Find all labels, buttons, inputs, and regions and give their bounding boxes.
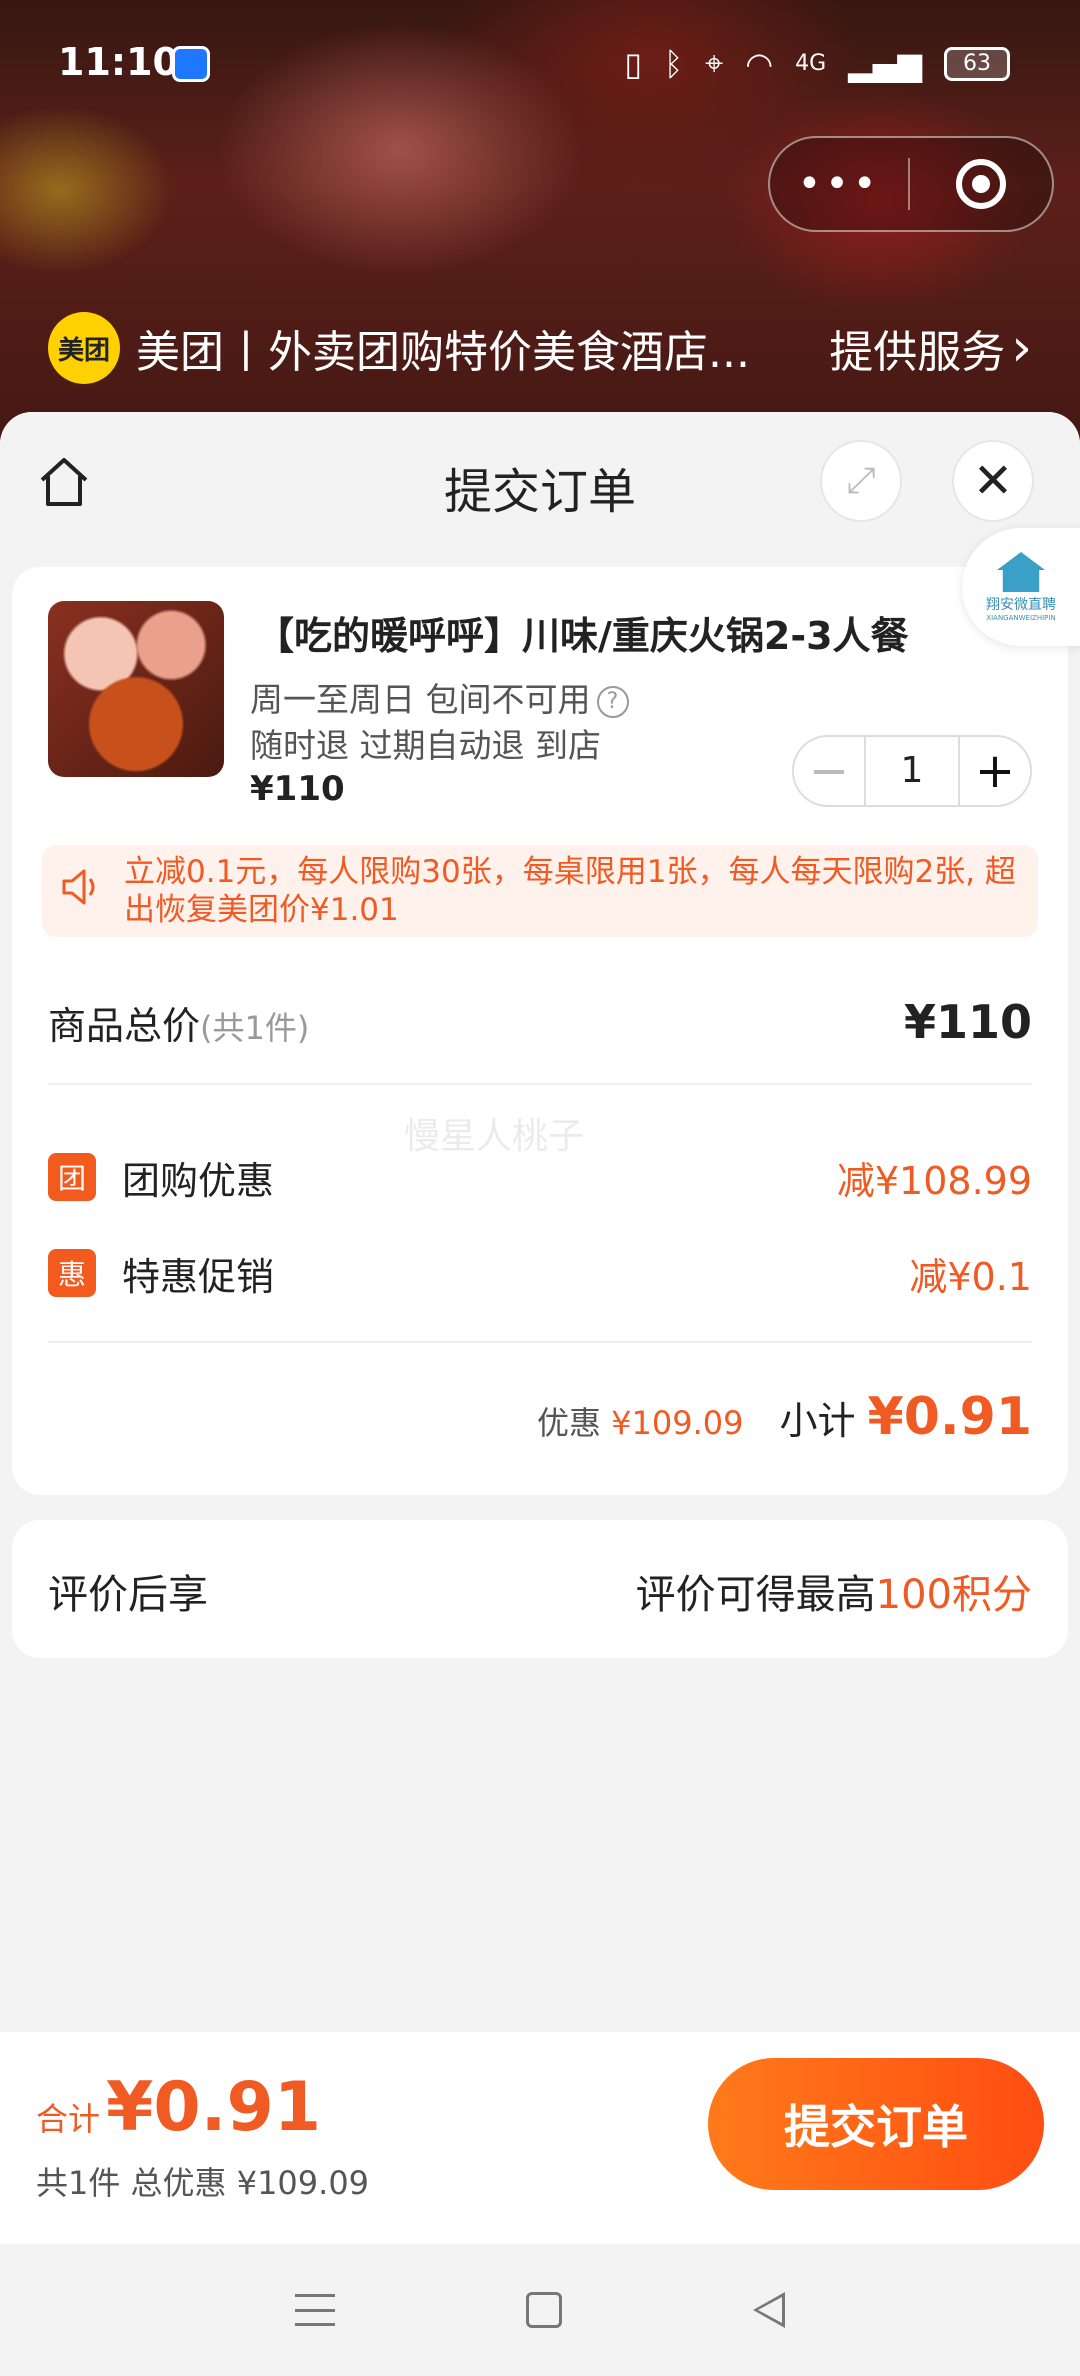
product-refund-policy: 随时退 过期自动退 到店 xyxy=(250,726,601,765)
discount-summary-label: 优惠 xyxy=(536,1404,601,1442)
decrease-button[interactable]: − xyxy=(794,737,864,805)
wifi-icon: ◠ xyxy=(745,44,774,83)
back-icon[interactable] xyxy=(752,2292,785,2328)
quantity-value[interactable]: 1 xyxy=(864,737,960,805)
review-label: 评价后享 xyxy=(48,1572,208,1618)
float-badge-sub: XIANGANWEIZHIPIN xyxy=(986,614,1056,622)
divider xyxy=(48,1341,1032,1343)
status-icons: ▯ ᛒ ⌖ ◠ 4G ▂▄▆ 63 xyxy=(624,44,1010,83)
float-badge-text: 翔安微直聘 xyxy=(986,597,1056,613)
system-nav-bar xyxy=(0,2244,1080,2376)
product-availability: 周一至周日 包间不可用? xyxy=(250,673,629,721)
promo-text: 立减0.1元，每人限购30张，每桌限用1张，每人每天限购2张, 超出恢复美团价¥… xyxy=(124,854,1016,928)
status-bar: 11:10 ▯ ᛒ ⌖ ◠ 4G ▂▄▆ 63 xyxy=(0,0,1080,130)
location-icon: ⌖ xyxy=(705,44,724,82)
home-nav-icon[interactable] xyxy=(525,2292,562,2328)
discount-summary-value: ¥109.09 xyxy=(611,1404,744,1442)
availability-text: 周一至周日 包间不可用 xyxy=(250,680,591,719)
floating-ad-badge[interactable]: 翔安微直聘 XIANGANWEIZHIPIN xyxy=(962,528,1080,646)
miniprogram-capsule: ••• xyxy=(768,136,1054,232)
promo-notice: 立减0.1元，每人限购30张，每桌限用1张，每人每天限购2张, 超出恢复美团价¥… xyxy=(42,845,1038,937)
grand-total: 合计 ¥0.91 xyxy=(36,2068,321,2147)
target-icon xyxy=(956,159,1006,209)
expand-button[interactable]: ⤢ xyxy=(820,440,902,522)
order-card: 【吃的暖呼呼】川味/重庆火锅2-3人餐 周一至周日 包间不可用? 随时退 过期自… xyxy=(12,567,1068,1495)
vibrate-icon: ▯ xyxy=(624,44,642,83)
increase-button[interactable]: + xyxy=(960,737,1030,805)
goods-total-text: 商品总价 xyxy=(48,1003,201,1048)
goods-total-value: ¥110 xyxy=(903,995,1032,1049)
bluetooth-icon: ᛒ xyxy=(663,44,684,83)
quantity-stepper: − 1 + xyxy=(792,735,1032,807)
service-label: 提供服务 xyxy=(829,327,1006,378)
exit-miniprogram-button[interactable] xyxy=(910,159,1052,209)
product-price: ¥110 xyxy=(250,769,345,809)
checkout-bar: 合计 ¥0.91 共1件 总优惠 ¥109.09 提交订单 xyxy=(0,2032,1080,2244)
divider xyxy=(48,1083,1032,1085)
sheet-header: 提交订单 ⤢ ✕ xyxy=(0,412,1080,562)
goods-total-row: 商品总价(共1件) ¥110 xyxy=(48,987,1032,1057)
status-time: 11:10 xyxy=(58,40,179,84)
recent-apps-icon[interactable] xyxy=(295,2294,336,2326)
miniprogram-title-bar[interactable]: 美团 美团丨外卖团购特价美食酒店... 提供服务 › xyxy=(48,310,1032,386)
speaker-icon xyxy=(62,869,95,905)
subtotal-value: ¥0.91 xyxy=(867,1387,1032,1447)
group-badge-icon: 团 xyxy=(48,1153,96,1201)
help-icon[interactable]: ? xyxy=(596,685,629,718)
subtotal-label: 小计 xyxy=(779,1399,856,1443)
grand-total-value: ¥0.91 xyxy=(106,2068,322,2147)
review-reward-card[interactable]: 评价后享 评价可得最高100积分 xyxy=(12,1520,1068,1658)
battery-icon: 63 xyxy=(944,46,1010,81)
grand-total-sub: 共1件 总优惠 ¥109.09 xyxy=(36,2164,370,2202)
app-notification-icon xyxy=(172,46,210,82)
miniprogram-title: 美团丨外卖团购特价美食酒店... xyxy=(136,327,750,378)
chevron-right-icon: › xyxy=(1011,318,1032,378)
goods-total-label: 商品总价(共1件) xyxy=(48,995,309,1050)
discount-label: 特惠促销 xyxy=(122,1254,275,1299)
discount-summary: 优惠 ¥109.09 xyxy=(537,1398,744,1444)
close-button[interactable]: ✕ xyxy=(952,440,1034,522)
review-reward-prefix: 评价可得最高 xyxy=(635,1572,876,1618)
network-label: 4G xyxy=(795,51,827,76)
submit-order-button[interactable]: 提交订单 xyxy=(708,2058,1044,2190)
discount-label: 团购优惠 xyxy=(122,1158,275,1203)
service-link[interactable]: 提供服务 › xyxy=(829,316,1032,380)
discount-amount: 减¥108.99 xyxy=(836,1158,1032,1203)
page-title: 提交订单 xyxy=(443,464,636,520)
meituan-logo: 美团 xyxy=(48,312,120,384)
discount-amount: 减¥0.1 xyxy=(909,1254,1032,1299)
grand-total-label: 合计 xyxy=(36,2100,101,2138)
review-reward-points: 100积分 xyxy=(875,1572,1032,1618)
product-image[interactable] xyxy=(48,601,224,777)
signal-icon: ▂▄▆ xyxy=(848,44,922,83)
house-icon xyxy=(997,552,1045,592)
more-menu-button[interactable]: ••• xyxy=(770,161,908,207)
discount-row-promo: 惠 特惠促销 减¥0.1 xyxy=(48,1243,1032,1303)
review-reward: 评价可得最高100积分 xyxy=(636,1562,1032,1620)
discount-row-groupbuy: 团 团购优惠 减¥108.99 xyxy=(48,1147,1032,1207)
goods-count: (共1件) xyxy=(200,1008,310,1047)
promo-badge-icon: 惠 xyxy=(48,1249,96,1297)
subtotal-row: 优惠 ¥109.09 小计 ¥0.91 xyxy=(537,1387,1032,1447)
product-title[interactable]: 【吃的暖呼呼】川味/重庆火锅2-3人餐 xyxy=(256,605,909,660)
